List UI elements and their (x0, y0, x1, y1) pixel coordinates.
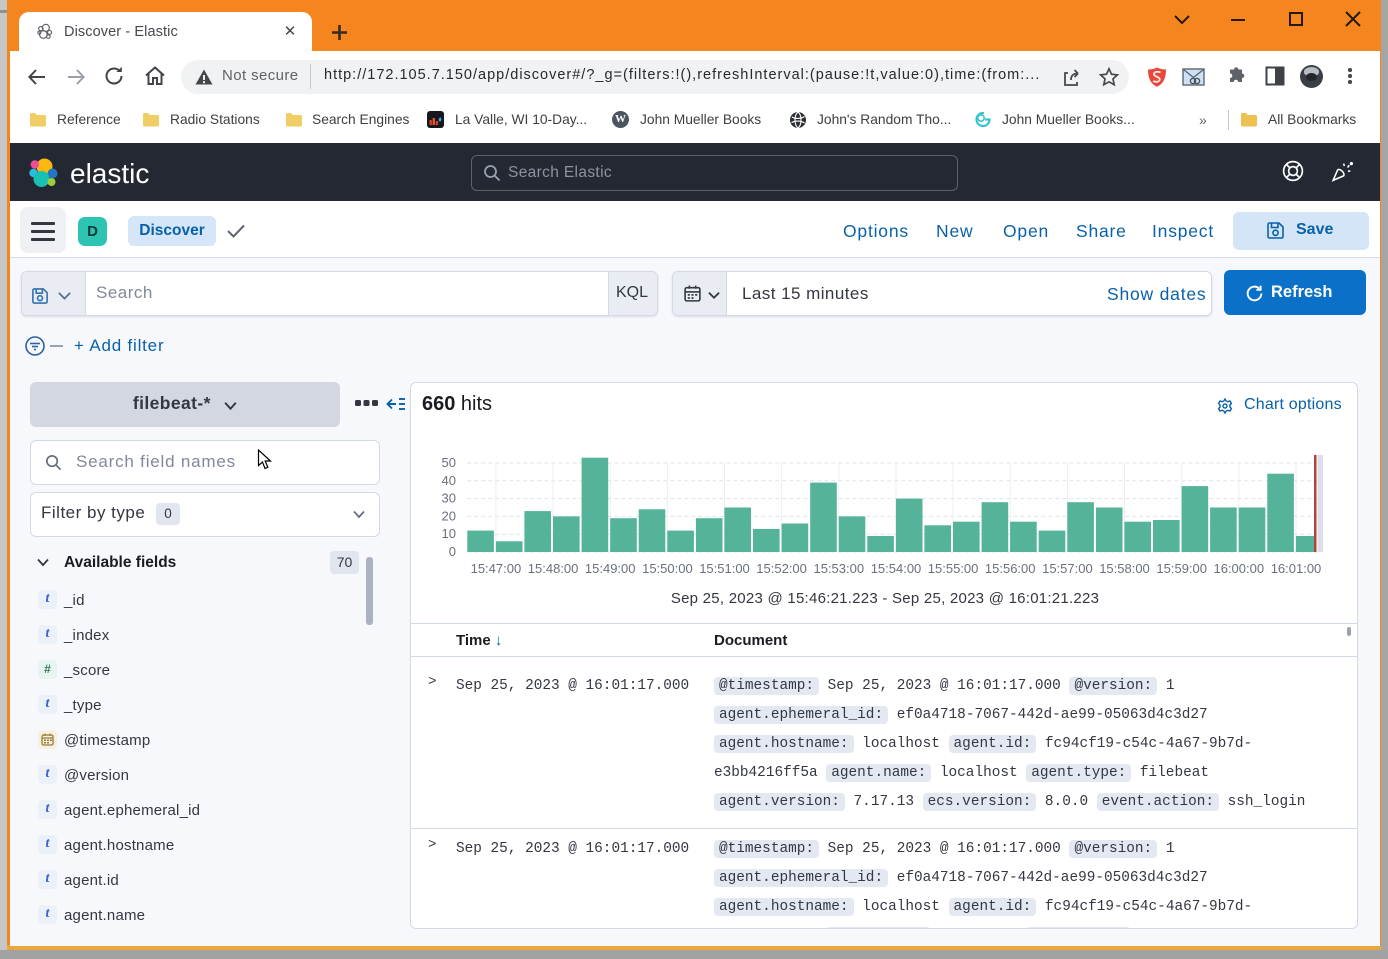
svg-text:15:48:00: 15:48:00 (528, 561, 579, 576)
svg-text:15:57:00: 15:57:00 (1042, 561, 1093, 576)
svg-text:30: 30 (442, 491, 456, 506)
svg-text:15:58:00: 15:58:00 (1099, 561, 1150, 576)
svg-text:10: 10 (442, 526, 456, 541)
svg-text:15:52:00: 15:52:00 (756, 561, 807, 576)
svg-text:15:59:00: 15:59:00 (1156, 561, 1207, 576)
svg-text:15:55:00: 15:55:00 (928, 561, 979, 576)
svg-text:20: 20 (442, 508, 456, 523)
svg-text:40: 40 (442, 473, 456, 488)
svg-text:15:47:00: 15:47:00 (471, 561, 522, 576)
svg-text:15:54:00: 15:54:00 (871, 561, 922, 576)
svg-text:15:53:00: 15:53:00 (813, 561, 864, 576)
svg-text:15:51:00: 15:51:00 (699, 561, 750, 576)
svg-text:15:49:00: 15:49:00 (585, 561, 636, 576)
svg-text:15:50:00: 15:50:00 (642, 561, 693, 576)
svg-text:16:00:00: 16:00:00 (1213, 561, 1264, 576)
svg-text:15:56:00: 15:56:00 (985, 561, 1036, 576)
svg-text:50: 50 (442, 455, 456, 470)
svg-text:16:01:00: 16:01:00 (1271, 561, 1322, 576)
svg-text:0: 0 (449, 544, 456, 559)
